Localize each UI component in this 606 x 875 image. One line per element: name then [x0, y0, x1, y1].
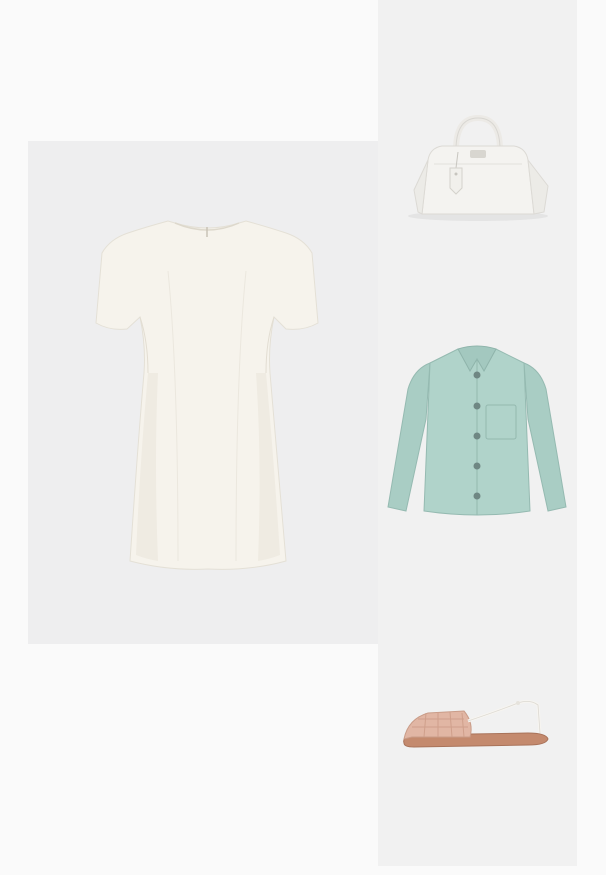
- dress-product-tile[interactable]: [28, 141, 378, 644]
- sandal-image: [403, 699, 549, 748]
- sandal-product-tile[interactable]: [378, 579, 577, 866]
- handbag-image: [408, 114, 549, 221]
- jacket-image: [387, 345, 567, 516]
- handbag-product-tile[interactable]: [378, 0, 577, 289]
- dress-image: [95, 220, 319, 570]
- jacket-product-tile[interactable]: [378, 289, 577, 579]
- outfit-board: { "products": [ {"item": "dress", "color…: [0, 0, 606, 875]
